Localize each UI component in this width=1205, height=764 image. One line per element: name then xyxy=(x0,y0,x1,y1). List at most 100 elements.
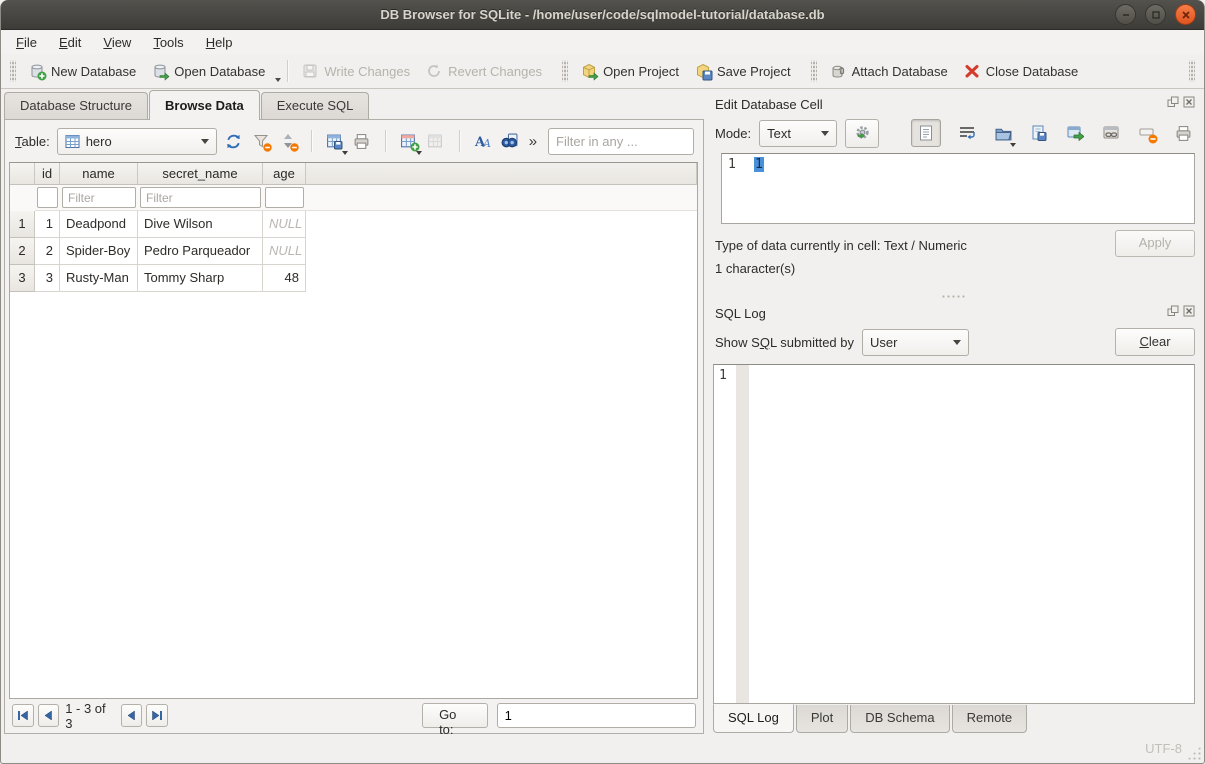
auto-switch-mode-button[interactable] xyxy=(845,119,879,148)
table-row[interactable]: 1 1 Deadpond Dive Wilson NULL xyxy=(10,211,697,238)
close-button[interactable] xyxy=(1175,4,1196,25)
gear-refresh-icon xyxy=(854,125,871,142)
toolbar-drag-handle[interactable] xyxy=(562,60,568,82)
clear-sorting-button[interactable] xyxy=(278,131,298,151)
word-wrap-button[interactable] xyxy=(957,123,977,143)
delete-record-icon xyxy=(427,133,444,150)
find-in-table-button[interactable] xyxy=(500,131,520,151)
column-header-age[interactable]: age xyxy=(263,163,306,185)
save-project-button[interactable]: Save Project xyxy=(687,58,799,84)
save-table-button[interactable] xyxy=(325,131,345,151)
clear-log-button[interactable]: Clear xyxy=(1115,328,1195,356)
horizontal-splitter[interactable] xyxy=(713,290,1195,302)
last-record-button[interactable] xyxy=(146,704,168,727)
open-url-button[interactable] xyxy=(1101,123,1121,143)
toolbar-drag-handle[interactable] xyxy=(811,60,817,82)
dock-tab-plot[interactable]: Plot xyxy=(796,705,848,733)
clear-filters-button[interactable] xyxy=(251,131,271,151)
column-header-name[interactable]: name xyxy=(60,163,138,185)
attach-database-label: Attach Database xyxy=(852,64,948,79)
apply-data-button[interactable] xyxy=(1065,123,1085,143)
cell-editor[interactable]: 1 1 xyxy=(721,153,1195,224)
resize-grip[interactable] xyxy=(1187,746,1201,760)
open-database-button[interactable]: Open Database xyxy=(144,58,273,84)
goto-input[interactable] xyxy=(497,703,696,728)
filter-input-secret-name[interactable] xyxy=(140,187,261,208)
dock-close-button[interactable] xyxy=(1182,95,1195,108)
row-number[interactable]: 3 xyxy=(10,265,35,292)
dock-float-button[interactable] xyxy=(1166,304,1179,317)
tab-execute-sql[interactable]: Execute SQL xyxy=(261,92,370,119)
sql-log-editor[interactable]: 1 xyxy=(713,364,1195,704)
menu-file[interactable]: File xyxy=(5,32,48,53)
import-cell-data-button[interactable] xyxy=(993,123,1013,143)
maximize-button[interactable] xyxy=(1145,4,1166,25)
dock-tab-remote[interactable]: Remote xyxy=(952,705,1028,733)
cell-name[interactable]: Rusty-Man xyxy=(60,265,138,292)
column-header-secret-name[interactable]: secret_name xyxy=(138,163,263,185)
filter-any-input[interactable] xyxy=(548,128,694,155)
tab-database-structure[interactable]: Database Structure xyxy=(4,92,148,119)
open-project-button[interactable]: Open Project xyxy=(573,58,687,84)
first-record-button[interactable] xyxy=(12,704,34,727)
cell-id[interactable]: 1 xyxy=(35,211,60,238)
log-content[interactable] xyxy=(749,365,1194,703)
print-table-button[interactable] xyxy=(352,131,372,151)
new-database-button[interactable]: New Database xyxy=(21,58,144,84)
cell-id[interactable]: 2 xyxy=(35,238,60,265)
browse-toolbar-separator xyxy=(459,130,460,152)
menu-view[interactable]: View xyxy=(92,32,142,53)
close-database-button[interactable]: Close Database xyxy=(956,58,1087,84)
previous-record-button[interactable] xyxy=(38,704,60,727)
cell-secret-name[interactable]: Tommy Sharp xyxy=(138,265,263,292)
cell-secret-name[interactable]: Pedro Parqueador xyxy=(138,238,263,265)
cell-editor-content[interactable]: 1 xyxy=(752,154,1194,223)
print-cell-button[interactable] xyxy=(1173,123,1193,143)
filter-input-id[interactable] xyxy=(37,187,58,208)
menu-edit[interactable]: Edit xyxy=(48,32,92,53)
cell-name[interactable]: Spider-Boy xyxy=(60,238,138,265)
menu-tools[interactable]: Tools xyxy=(142,32,194,53)
cell-age[interactable]: NULL xyxy=(263,238,306,265)
menu-help[interactable]: Help xyxy=(195,32,244,53)
float-icon xyxy=(1167,305,1179,317)
set-null-button[interactable] xyxy=(1137,123,1157,143)
attach-database-button[interactable]: Attach Database xyxy=(822,58,956,84)
goto-button[interactable]: Go to: xyxy=(422,703,488,728)
toolbar-drag-handle[interactable] xyxy=(1189,60,1195,82)
column-header-id[interactable]: id xyxy=(35,163,60,185)
table-row[interactable]: 3 3 Rusty-Man Tommy Sharp 48 xyxy=(10,265,697,292)
dock-tab-sql-log[interactable]: SQL Log xyxy=(713,704,794,733)
main-toolbar: New Database Open Database Write Changes… xyxy=(1,54,1204,89)
cell-secret-name[interactable]: Dive Wilson xyxy=(138,211,263,238)
cell-id[interactable]: 3 xyxy=(35,265,60,292)
row-number[interactable]: 2 xyxy=(10,238,35,265)
tab-browse-data[interactable]: Browse Data xyxy=(149,90,260,120)
revert-changes-icon xyxy=(426,63,442,79)
sql-source-select[interactable]: User xyxy=(862,329,969,356)
table-select[interactable]: hero xyxy=(57,128,217,155)
open-database-dropdown-caret[interactable] xyxy=(275,78,281,82)
insert-record-button[interactable] xyxy=(399,131,419,151)
cell-name[interactable]: Deadpond xyxy=(60,211,138,238)
filter-input-name[interactable] xyxy=(62,187,136,208)
cell-age[interactable]: NULL xyxy=(263,211,306,238)
edit-display-format-button[interactable]: AA xyxy=(473,131,493,151)
dock-float-button[interactable] xyxy=(1166,95,1179,108)
mode-select[interactable]: Text xyxy=(759,120,837,147)
cell-age[interactable]: 48 xyxy=(263,265,306,292)
row-number[interactable]: 1 xyxy=(10,211,35,238)
text-mode-toggle[interactable] xyxy=(911,119,941,147)
toolbar-overflow-button[interactable]: » xyxy=(527,133,539,150)
export-cell-data-button[interactable] xyxy=(1029,123,1049,143)
filter-input-age[interactable] xyxy=(265,187,304,208)
table-row[interactable]: 2 2 Spider-Boy Pedro Parqueador NULL xyxy=(10,238,697,265)
remove-badge-icon xyxy=(290,143,299,152)
window-arrow-icon xyxy=(1067,126,1084,141)
toolbar-drag-handle[interactable] xyxy=(10,60,16,82)
next-record-button[interactable] xyxy=(121,704,143,727)
minimize-button[interactable] xyxy=(1115,4,1136,25)
dock-tab-db-schema[interactable]: DB Schema xyxy=(850,705,949,733)
refresh-button[interactable] xyxy=(224,131,244,151)
dock-close-button[interactable] xyxy=(1182,304,1195,317)
